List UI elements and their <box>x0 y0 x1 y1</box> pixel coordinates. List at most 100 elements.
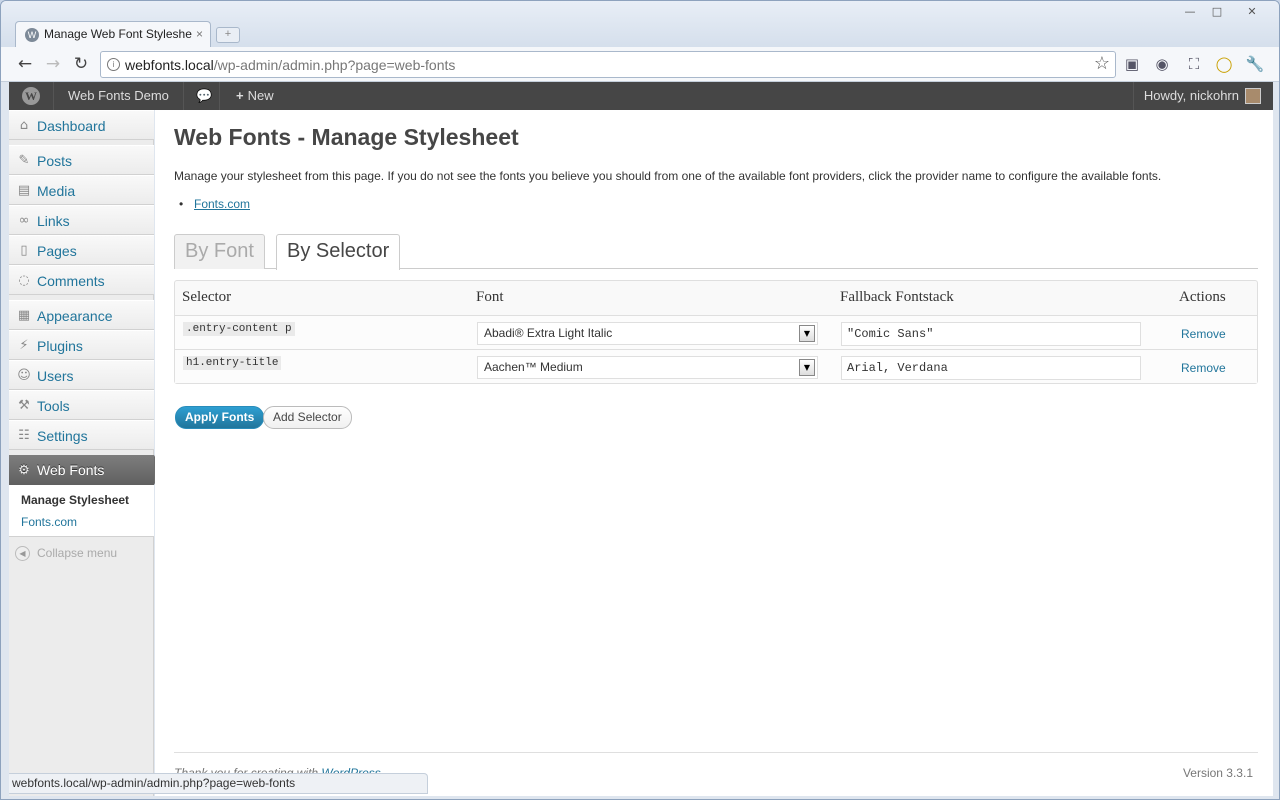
plugin-icon: ⚡ <box>19 338 29 353</box>
submenu-item-manage-stylesheet[interactable]: Manage Stylesheet <box>21 493 129 507</box>
column-header-font: Font <box>476 289 504 305</box>
font-select[interactable]: Aachen™ Medium ▼ <box>477 356 818 379</box>
table-row: h1.entry-title Aachen™ Medium ▼ Arial, V… <box>175 349 1257 383</box>
plus-icon: + <box>236 88 244 103</box>
new-label: New <box>247 88 274 103</box>
reload-button[interactable]: ↻ <box>70 53 92 75</box>
selector-code: .entry-content p <box>183 322 295 336</box>
sidebar-item-web-fonts[interactable]: ⚙ Web Fonts <box>9 455 162 485</box>
close-window-button[interactable]: ✕ <box>1239 4 1265 22</box>
sidebar-item-label: Posts <box>37 153 73 169</box>
fallback-fontstack-input[interactable]: "Comic Sans" <box>841 322 1141 346</box>
table-row: .entry-content p Abadi® Extra Light Ital… <box>175 315 1257 349</box>
gear-icon: ⚙ <box>18 462 30 477</box>
wordpress-favicon-icon: W <box>25 28 39 42</box>
wrench-menu-icon[interactable]: 🔧 <box>1245 55 1265 73</box>
selectors-table: Selector Font Fallback Fontstack Actions… <box>174 280 1258 384</box>
column-header-fallback: Fallback Fontstack <box>840 289 954 305</box>
column-header-selector: Selector <box>182 289 232 305</box>
wp-admin-bar: W Web Fonts Demo 💬 + New Howdy, nickohrn <box>9 82 1273 110</box>
sidebar-item-pages[interactable]: ▯ Pages <box>9 235 154 265</box>
font-select[interactable]: Abadi® Extra Light Italic ▼ <box>477 322 818 345</box>
collapse-menu-button[interactable]: ◀ Collapse menu <box>15 546 118 561</box>
status-bar: webfonts.local/wp-admin/admin.php?page=w… <box>9 773 428 794</box>
remove-link[interactable]: Remove <box>1181 327 1226 341</box>
screen-capture-icon[interactable]: ⛶ <box>1184 55 1204 73</box>
pin-icon: ✎ <box>18 153 30 168</box>
ring-extension-icon[interactable]: ◯ <box>1214 55 1234 73</box>
sidebar-item-tools[interactable]: ⚒ Tools <box>9 390 154 420</box>
font-select-value: Aachen™ Medium <box>484 360 583 374</box>
tab-by-selector[interactable]: By Selector <box>276 234 401 270</box>
column-header-actions: Actions <box>1179 289 1226 305</box>
address-bar[interactable]: i webfonts.local/wp-admin/admin.php?page… <box>100 51 1116 78</box>
sidebar-item-posts[interactable]: ✎ Posts <box>9 145 154 175</box>
version-label: Version 3.3.1 <box>1182 766 1253 780</box>
provider-link-fonts-com[interactable]: Fonts.com <box>194 197 250 211</box>
url-host: webfonts.local <box>125 57 214 73</box>
bookmark-star-icon[interactable]: ☆ <box>1094 53 1110 74</box>
collapse-label: Collapse menu <box>37 546 118 560</box>
browser-window: — □ ✕ W Manage Web Font Styleshe × + ← →… <box>0 0 1280 800</box>
sidebar-item-media[interactable]: ▤ Media <box>9 175 154 205</box>
maximize-button[interactable]: □ <box>1204 4 1230 22</box>
comment-icon: ◌ <box>18 273 30 288</box>
tab-title: Manage Web Font Styleshe <box>44 27 192 41</box>
link-icon: ∞ <box>18 213 30 228</box>
minimize-button[interactable]: — <box>1177 4 1203 22</box>
title-bar: — □ ✕ W Manage Web Font Styleshe × + <box>1 1 1279 47</box>
sidebar-item-label: Dashboard <box>37 118 106 134</box>
sidebar-item-links[interactable]: ∞ Links <box>9 205 154 235</box>
new-content-button[interactable]: + New <box>230 82 280 110</box>
sidebar-item-label: Appearance <box>37 308 113 324</box>
camera-extension-icon[interactable]: ▣ <box>1122 55 1142 73</box>
bullet: • <box>179 197 184 211</box>
back-button[interactable]: ← <box>14 53 36 75</box>
tools-icon: ⚒ <box>18 398 30 413</box>
tab-by-font[interactable]: By Font <box>174 234 265 269</box>
avatar <box>1245 88 1261 104</box>
new-tab-button[interactable]: + <box>216 27 240 43</box>
collapse-arrow-icon: ◀ <box>15 546 30 561</box>
sidebar-item-label: Tools <box>37 398 70 414</box>
globe-extension-icon[interactable]: ◉ <box>1152 55 1172 73</box>
appearance-icon: ▦ <box>17 308 31 323</box>
sidebar-item-appearance[interactable]: ▦ Appearance <box>9 300 154 330</box>
intro-text: Manage your stylesheet from this page. I… <box>174 169 1162 183</box>
wordpress-logo-icon[interactable]: W <box>9 82 54 110</box>
sidebar-item-dashboard[interactable]: ⌂ Dashboard <box>9 110 154 140</box>
sidebar-item-label: Users <box>37 368 74 384</box>
pages-icon: ▯ <box>20 243 28 258</box>
tab-close-icon[interactable]: × <box>196 27 203 41</box>
sidebar-item-label: Settings <box>37 428 88 444</box>
site-name-link[interactable]: Web Fonts Demo <box>54 82 184 110</box>
remove-link[interactable]: Remove <box>1181 361 1226 375</box>
selector-code: h1.entry-title <box>183 356 282 370</box>
page-info-icon[interactable]: i <box>107 58 120 71</box>
account-menu[interactable]: Howdy, nickohrn <box>1132 82 1273 110</box>
sidebar-item-label: Links <box>37 213 70 229</box>
sidebar-item-comments[interactable]: ◌ Comments <box>9 265 154 295</box>
main-content: Web Fonts - Manage Stylesheet Manage you… <box>155 110 1273 796</box>
sidebar-item-settings[interactable]: ☷ Settings <box>9 420 154 450</box>
sidebar-item-label: Comments <box>37 273 105 289</box>
sidebar-item-plugins[interactable]: ⚡ Plugins <box>9 330 154 360</box>
sidebar-item-users[interactable]: ☺ Users <box>9 360 154 390</box>
users-icon: ☺ <box>17 368 31 383</box>
fallback-fontstack-input[interactable]: Arial, Verdana <box>841 356 1141 380</box>
comments-icon[interactable]: 💬 <box>190 82 220 110</box>
add-selector-button[interactable]: Add Selector <box>263 406 352 429</box>
sidebar-item-label: Pages <box>37 243 77 259</box>
submenu-item-fonts-com[interactable]: Fonts.com <box>21 515 77 529</box>
page-title: Web Fonts - Manage Stylesheet <box>174 124 519 150</box>
chevron-down-icon[interactable]: ▼ <box>799 325 815 342</box>
apply-fonts-button[interactable]: Apply Fonts <box>175 406 265 429</box>
media-icon: ▤ <box>17 183 31 198</box>
chevron-down-icon[interactable]: ▼ <box>799 359 815 376</box>
howdy-label: Howdy, nickohrn <box>1143 88 1239 103</box>
sidebar-item-label: Web Fonts <box>37 462 105 478</box>
settings-icon: ☷ <box>18 428 30 443</box>
browser-tab[interactable]: W Manage Web Font Styleshe × <box>15 21 211 47</box>
web-fonts-submenu: Manage Stylesheet Fonts.com <box>9 485 154 537</box>
forward-button[interactable]: → <box>42 53 64 75</box>
